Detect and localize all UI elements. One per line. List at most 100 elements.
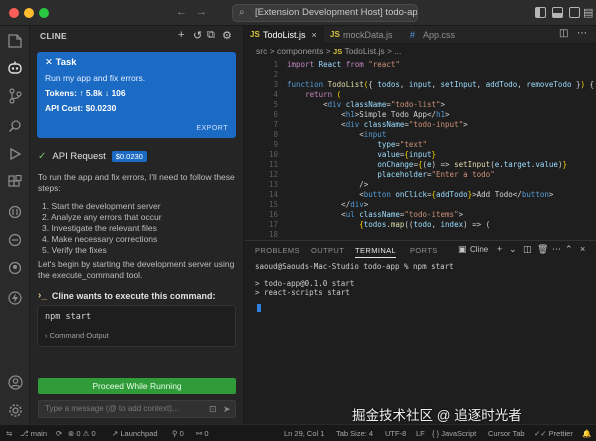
explorer-icon[interactable]: [5, 30, 25, 50]
api-request-label: API Request: [52, 151, 106, 162]
source-control-icon[interactable]: [5, 86, 25, 106]
task-card[interactable]: ✕ Task Run my app and fix errors. Tokens…: [37, 52, 236, 138]
branch-name: main: [30, 429, 47, 438]
split-editor-icon[interactable]: ◫: [559, 28, 568, 39]
step-item: 1. Start the development server: [42, 201, 161, 211]
history-icon[interactable]: ↺: [193, 29, 202, 42]
tab-size[interactable]: Tab Size: 4: [336, 429, 373, 438]
thunder-client-icon[interactable]: [5, 288, 25, 308]
code-line: <button onClick={addTodo}>Add Todo</butt…: [287, 190, 554, 199]
new-terminal-icon[interactable]: +: [497, 244, 502, 254]
kill-terminal-icon[interactable]: 🗑: [537, 244, 548, 255]
branch-status[interactable]: ⎇ main: [20, 429, 47, 438]
panel-tab-output[interactable]: OUTPUT: [311, 246, 344, 255]
maximize-panel-icon[interactable]: ⌃: [565, 244, 573, 255]
execute-command-header: ›_ Cline wants to execute this command:: [38, 290, 215, 301]
code-line: <div className="todo-list">: [287, 100, 446, 109]
close-icon[interactable]: ×: [312, 30, 317, 40]
line-number: 5: [273, 100, 278, 109]
step-item: 3. Investigate the relevant files: [42, 223, 157, 233]
ports-status[interactable]: ⚲ 0: [172, 429, 184, 438]
search-icon[interactable]: [5, 116, 25, 136]
code-line: <ul className="todo-items">: [287, 210, 464, 219]
close-panel-icon[interactable]: ×: [580, 244, 585, 254]
panel-tab-problems[interactable]: PROBLEMS: [255, 246, 300, 255]
code-line: <div className="todo-input">: [287, 120, 468, 129]
back-arrow-icon[interactable]: ←: [176, 6, 187, 18]
terminal-name[interactable]: Cline: [470, 245, 488, 254]
message-input[interactable]: Type a message (@ to add context)... ⊡ ➤: [38, 400, 236, 418]
task-label: Task: [55, 57, 77, 68]
code-line: value={input}: [377, 150, 437, 159]
sync-icon[interactable]: ⟳: [56, 429, 62, 438]
customize-layout-icon[interactable]: ▤: [583, 6, 593, 19]
cline-icon[interactable]: [5, 58, 25, 78]
api-request-row[interactable]: ✓ API Request $0.0230: [38, 151, 147, 162]
code-editor[interactable]: 1 import React from "react" 2 3 function T…: [245, 58, 596, 240]
prettier-status[interactable]: ✓✓ Prettier: [534, 429, 573, 438]
github-icon[interactable]: [5, 258, 25, 278]
close-window-icon[interactable]: [9, 8, 19, 18]
line-number: 10: [268, 150, 278, 159]
remote-indicator-icon[interactable]: ⇋: [6, 429, 12, 438]
task-title: ✕ Task: [45, 57, 77, 68]
panel-tab-terminal[interactable]: TERMINAL: [355, 246, 397, 258]
settings-gear-icon[interactable]: [5, 400, 25, 420]
forward-arrow-icon[interactable]: →: [196, 6, 207, 18]
live-share-status[interactable]: ⚯ 0: [196, 429, 209, 438]
testing-icon[interactable]: [5, 202, 25, 222]
command-block: npm start › Command Output: [37, 305, 236, 347]
code-line: <input: [287, 130, 387, 139]
problems-status[interactable]: ⊗ 0 ⚠ 0: [68, 429, 96, 438]
api-cost-badge: $0.0230: [111, 151, 147, 162]
command-output-toggle[interactable]: › Command Output: [45, 331, 109, 340]
tab-mockdata[interactable]: JS mockData.js: [325, 26, 403, 44]
more-actions-icon[interactable]: ⋯: [577, 28, 587, 39]
cursor-tab-status[interactable]: Cursor Tab: [488, 429, 525, 438]
account-icon[interactable]: [5, 372, 25, 392]
new-task-icon[interactable]: +: [178, 29, 184, 41]
ports-count: 0: [179, 429, 184, 438]
minimize-window-icon[interactable]: [24, 8, 34, 18]
line-ending[interactable]: LF: [416, 429, 425, 438]
code-line: import React from "react": [287, 60, 400, 69]
attach-image-icon[interactable]: ⊡: [209, 401, 217, 417]
toggle-secondary-sidebar-icon[interactable]: [569, 7, 580, 18]
more-actions-icon[interactable]: ⋯: [552, 244, 561, 255]
panel-tab-ports[interactable]: PORTS: [410, 246, 438, 255]
warning-count: 0: [91, 429, 96, 438]
line-number: 18: [268, 230, 278, 239]
toggle-sidebar-icon[interactable]: [535, 7, 546, 18]
code-line: />: [287, 180, 369, 189]
encoding[interactable]: UTF-8: [385, 429, 406, 438]
export-button[interactable]: EXPORT: [196, 125, 228, 132]
window-title: [Extension Development Host] todo-app: [255, 7, 418, 18]
breadcrumb[interactable]: src > components > JS TodoList.js > ...: [256, 46, 401, 56]
language-mode[interactable]: { } JavaScript: [432, 429, 476, 438]
launchpad-status[interactable]: ↗ Launchpad: [112, 429, 158, 438]
cursor-position[interactable]: Ln 29, Col 1: [284, 429, 324, 438]
command-output-label: Command Output: [49, 331, 109, 340]
send-icon[interactable]: ➤: [223, 401, 231, 417]
notifications-icon[interactable]: 🔔: [582, 429, 591, 438]
line-number: 11: [268, 160, 278, 169]
line-number: 3: [273, 80, 278, 89]
open-in-editor-icon[interactable]: ⧉: [207, 29, 215, 42]
terminal-dropdown-icon[interactable]: ⌄: [509, 244, 517, 255]
split-terminal-icon[interactable]: ◫: [523, 244, 532, 255]
extensions-icon[interactable]: [5, 172, 25, 192]
js-file-icon: JS: [330, 30, 340, 39]
tab-todolist[interactable]: JS TodoList.js ×: [245, 26, 324, 44]
proceed-while-running-button[interactable]: Proceed While Running: [38, 378, 236, 394]
maximize-window-icon[interactable]: [39, 8, 49, 18]
tab-app-css[interactable]: # App.css: [405, 26, 475, 44]
line-number: 1: [273, 60, 278, 69]
remote-explorer-icon[interactable]: [5, 230, 25, 250]
command-center-search[interactable]: ⌕ [Extension Development Host] todo-app: [232, 4, 418, 22]
line-number: 6: [273, 110, 278, 119]
task-tokens: Tokens: ↑ 5.8k ↓ 106: [45, 88, 126, 98]
task-api-cost: API Cost: $0.0230: [45, 103, 117, 113]
settings-icon[interactable]: ⚙: [222, 29, 232, 42]
run-debug-icon[interactable]: [5, 144, 25, 164]
toggle-panel-icon[interactable]: [552, 7, 563, 18]
